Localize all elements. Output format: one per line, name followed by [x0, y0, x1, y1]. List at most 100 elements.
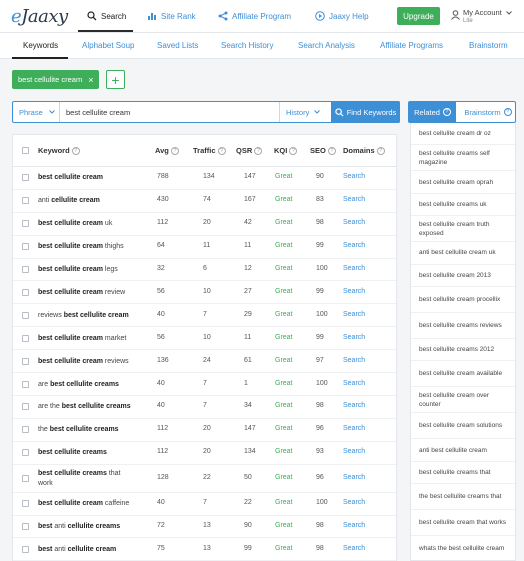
related-keyword-item[interactable]: best cellulite cream 2013 [411, 265, 515, 287]
keyword-cell[interactable]: best cellulite cream legs [38, 265, 118, 275]
keyword-cell[interactable]: are the best cellulite creams [38, 402, 131, 412]
keyword-cell[interactable]: best cellulite creams that work [38, 469, 133, 489]
domains-search-link[interactable]: Search [343, 242, 365, 249]
tab-saved-lists[interactable]: Saved Lists [157, 41, 198, 50]
keyword-search-input[interactable] [63, 102, 278, 122]
keyword-cell[interactable]: best cellulite cream market [38, 334, 126, 344]
header-domains[interactable]: Domains? [343, 146, 385, 155]
domains-search-link[interactable]: Search [343, 522, 365, 529]
keyword-cell[interactable]: are best cellulite creams [38, 380, 119, 390]
tab-affiliate-programs[interactable]: Affiliate Programs [380, 41, 443, 50]
domains-search-link[interactable]: Search [343, 499, 365, 506]
related-keyword-item[interactable]: best cellulite creams uk [411, 194, 515, 217]
tab-brainstorm[interactable]: Brainstorm [469, 41, 508, 50]
keyword-cell[interactable]: best cellulite cream uk [38, 219, 112, 229]
related-keyword-item[interactable]: anti best cellulite cream [411, 439, 515, 462]
domains-search-link[interactable]: Search [343, 474, 365, 481]
keyword-cell[interactable]: the best cellulite creams [38, 425, 119, 435]
row-checkbox[interactable] [22, 220, 29, 228]
header-traffic[interactable]: Traffic? [193, 146, 226, 155]
domains-search-link[interactable]: Search [343, 311, 365, 318]
row-checkbox[interactable] [22, 288, 29, 296]
related-keyword-item[interactable]: best cellulite cream available [411, 361, 515, 388]
related-keyword-item[interactable]: best cellulite creams that [411, 462, 515, 485]
row-checkbox[interactable] [22, 403, 29, 411]
nav-search[interactable]: Search [87, 11, 126, 21]
related-keyword-item[interactable]: best cellulite cream truth exposed [411, 216, 515, 243]
keyword-cell[interactable]: best cellulite cream caffeine [38, 499, 129, 509]
domains-search-link[interactable]: Search [343, 173, 365, 180]
header-avg[interactable]: Avg? [155, 146, 179, 155]
add-keyword-button[interactable]: + [106, 70, 125, 89]
domains-search-link[interactable]: Search [343, 196, 365, 203]
nav-site-rank[interactable]: Site Rank [147, 11, 196, 21]
keyword-cell[interactable]: best cellulite cream review [38, 288, 125, 298]
related-keyword-item[interactable]: best cellulite cream dr oz [411, 123, 515, 146]
row-checkbox[interactable] [22, 500, 29, 508]
related-keyword-item[interactable]: best cellulite cream over counter [411, 387, 515, 414]
domains-search-link[interactable]: Search [343, 402, 365, 409]
domains-search-link[interactable]: Search [343, 357, 365, 364]
row-checkbox[interactable] [22, 197, 29, 205]
row-checkbox[interactable] [22, 311, 29, 319]
row-checkbox[interactable] [22, 243, 29, 251]
row-checkbox[interactable] [22, 545, 29, 553]
related-keyword-item[interactable]: best cellulite creams 2012 [411, 339, 515, 362]
domains-search-link[interactable]: Search [343, 380, 365, 387]
tab-search-analysis[interactable]: Search Analysis [298, 41, 355, 50]
related-keyword-item[interactable]: best cellulite cream procellix [411, 287, 515, 313]
row-checkbox[interactable] [22, 334, 29, 342]
header-kqi[interactable]: KQI? [274, 146, 298, 155]
domains-search-link[interactable]: Search [343, 425, 365, 432]
my-account-menu[interactable]: My Account Lite [451, 8, 512, 26]
nav-jaaxy-help[interactable]: Jaaxy Help [315, 11, 369, 21]
related-keyword-item[interactable]: anti best cellulite cream uk [411, 242, 515, 265]
related-keyword-item[interactable]: best cellulite cream that works [411, 510, 515, 537]
related-keyword-item[interactable]: the best cellulite creams that [411, 484, 515, 511]
keyword-chip[interactable]: best cellulite cream × [12, 70, 100, 89]
upgrade-button[interactable]: Upgrade [397, 7, 440, 25]
find-keywords-button[interactable]: Find Keywords [331, 101, 400, 123]
keyword-cell[interactable]: best cellulite creams [38, 448, 107, 458]
domains-search-link[interactable]: Search [343, 334, 365, 341]
jaaxy-logo[interactable]: eJaaxy [11, 6, 68, 27]
domains-search-link[interactable]: Search [343, 265, 365, 272]
row-checkbox[interactable] [22, 357, 29, 365]
header-qsr[interactable]: QSR? [236, 146, 263, 155]
keyword-cell[interactable]: best anti cellulite cream [38, 545, 116, 555]
select-all-checkbox[interactable] [22, 147, 29, 154]
close-icon[interactable]: × [88, 75, 93, 85]
header-seo[interactable]: SEO? [310, 146, 336, 155]
related-keyword-item[interactable]: best cellulite creams reviews [411, 313, 515, 339]
domains-search-link[interactable]: Search [343, 288, 365, 295]
tab-search-history[interactable]: Search History [221, 41, 273, 50]
row-checkbox[interactable] [22, 174, 29, 182]
row-checkbox[interactable] [22, 449, 29, 457]
domains-search-link[interactable]: Search [343, 448, 365, 455]
row-checkbox[interactable] [22, 474, 29, 482]
domains-search-link[interactable]: Search [343, 545, 365, 552]
keyword-cell[interactable]: best anti cellulite creams [38, 522, 120, 532]
related-keyword-item[interactable]: best cellulite cream solutions [411, 413, 515, 440]
tab-alphabet-soup[interactable]: Alphabet Soup [82, 41, 135, 50]
history-dropdown[interactable]: History [279, 102, 329, 122]
keyword-cell[interactable]: anti cellulite cream [38, 196, 100, 206]
row-checkbox[interactable] [22, 523, 29, 531]
tab-related-brainstorm[interactable]: Brainstorm? [459, 102, 517, 122]
tab-keywords[interactable]: Keywords [23, 41, 58, 50]
keyword-cell[interactable]: best cellulite cream [38, 173, 103, 183]
row-checkbox[interactable] [22, 266, 29, 274]
domains-search-link[interactable]: Search [343, 219, 365, 226]
related-keyword-item[interactable]: best cellulite cream oprah [411, 171, 515, 194]
keyword-cell[interactable]: best cellulite cream reviews [38, 357, 129, 367]
tab-related[interactable]: Related? [409, 102, 456, 122]
row-checkbox[interactable] [22, 380, 29, 388]
nav-affiliate-program[interactable]: Affiliate Program [218, 11, 291, 21]
header-keyword[interactable]: Keyword? [38, 146, 80, 155]
phrase-dropdown[interactable]: Phrase [13, 102, 60, 122]
keyword-cell[interactable]: best cellulite cream thighs [38, 242, 124, 252]
row-checkbox[interactable] [22, 426, 29, 434]
related-keyword-item[interactable]: whats the best cellulite cream [411, 536, 515, 561]
keyword-cell[interactable]: reviews best cellulite cream [38, 311, 129, 321]
related-keyword-item[interactable]: best cellulite creams self magazine [411, 145, 515, 172]
